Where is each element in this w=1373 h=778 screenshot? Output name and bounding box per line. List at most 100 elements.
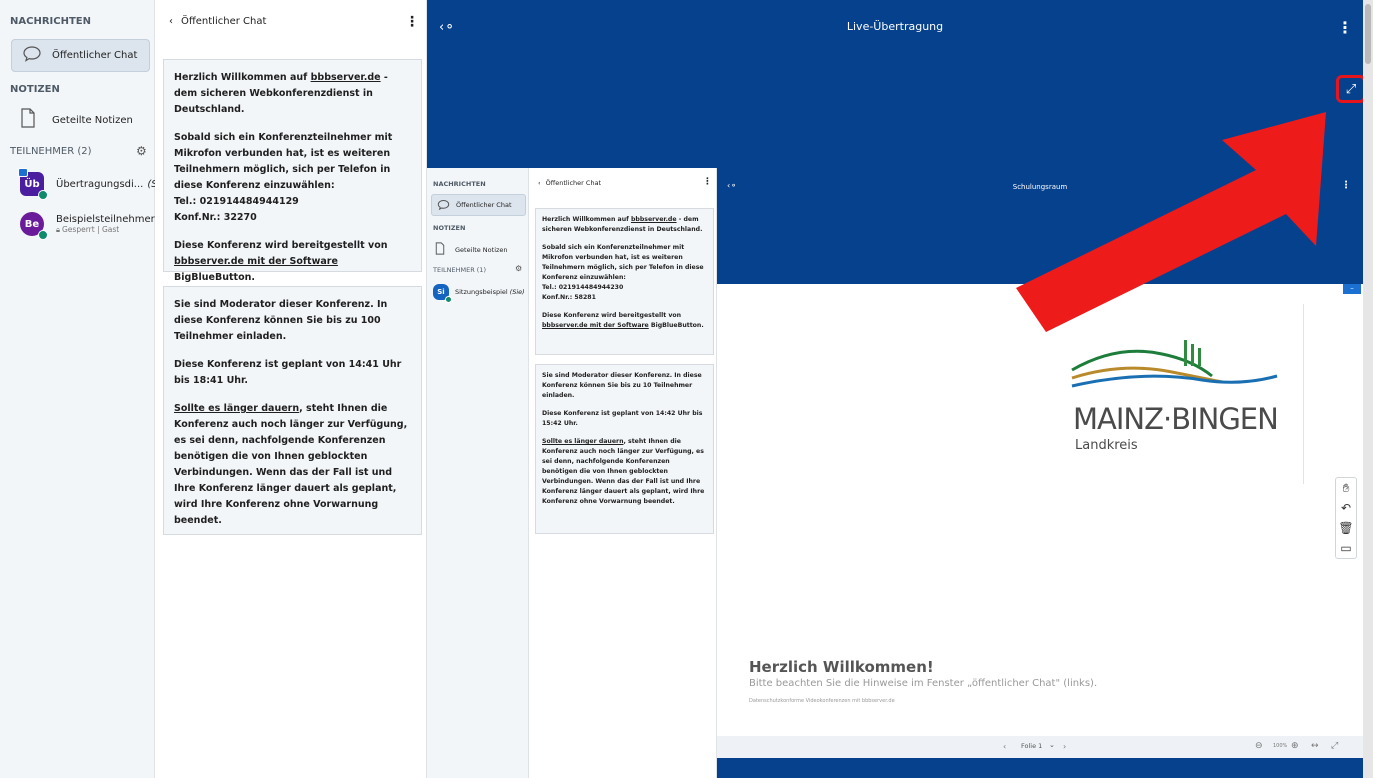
moderator-text: Sie sind Moderator dieser Konferenz. In … [542, 372, 702, 399]
inner-participant-name: Sitzungsbeispiel [455, 288, 508, 296]
phone-number: Tel.: 021914484944230 [542, 284, 624, 291]
trash-icon[interactable]: 🗑︎ [1336, 518, 1356, 538]
inner-participant-item[interactable]: Si Sitzungsbeispiel (Sie) [433, 284, 525, 303]
participant-item[interactable]: Be Beispielsteilnehmer 🔒︎ Gesperrt | Gast [20, 212, 155, 240]
chat-panel: ‹ Öffentlicher Chat ⋮ Herzlich Willkomme… [155, 0, 427, 778]
provided-by-text: Diese Konferenz wird bereitgestellt von [174, 240, 388, 251]
schedule-text: Diese Konferenz ist geplant von 14:41 Uh… [174, 359, 402, 386]
microphone-icon [38, 230, 48, 240]
fullscreen-button[interactable]: ⤢ [1336, 75, 1366, 103]
vertical-scrollbar[interactable] [1363, 0, 1373, 778]
fullscreen-icon[interactable]: ⤢ [1331, 741, 1338, 751]
provided-by-text: BigBlueButton. [648, 322, 704, 329]
dial-in-text: Sobald sich ein Konferenzteilnehmer mit … [174, 132, 393, 191]
slide-selector[interactable]: Folie 1 [1021, 742, 1042, 750]
inner-messages-title: NACHRICHTEN [433, 180, 486, 188]
extend-link[interactable]: Sollte es länger dauern [174, 403, 299, 414]
presentation-slide: – MAINZ·BINGEN Landkreis Herzlich Willko… [717, 284, 1363, 736]
public-chat-button[interactable]: Öffentlicher Chat [11, 39, 150, 72]
inner-you-suffix: (Sie) [509, 288, 525, 296]
zoom-in-icon[interactable]: ⊕ [1291, 741, 1299, 751]
brand-name: MAINZ·BINGEN [1073, 402, 1279, 436]
slide-footer: Datenschutzkonforme Videokonferenzen mit… [749, 698, 895, 704]
lock-icon: 🔒︎ [56, 224, 60, 234]
phone-number: Tel.: 021914484944129 [174, 196, 299, 207]
bbbserver-link[interactable]: bbbserver.de [311, 72, 381, 83]
inner-chat-back-button[interactable]: ‹ Öffentlicher Chat [538, 179, 601, 187]
chevron-down-icon[interactable]: ⌄ [1049, 741, 1055, 749]
inner-participants-title: TEILNEHMER (1) [433, 266, 486, 274]
document-icon [435, 240, 445, 259]
avatar-initials: Si [437, 288, 445, 296]
scrollbar-thumb[interactable] [1365, 4, 1371, 64]
chevron-left-icon: ‹ [538, 179, 541, 187]
extend-text: , steht Ihnen die Konferenz auch noch lä… [174, 403, 408, 526]
participant-name: Übertragungsdi... [56, 178, 144, 190]
inner-moderator-message: Sie sind Moderator dieser Konferenz. In … [535, 364, 714, 534]
document-icon [20, 108, 36, 132]
minimize-button[interactable]: – [1343, 284, 1361, 294]
more-options-icon[interactable]: ⋮ [405, 14, 419, 30]
fit-width-icon[interactable]: ↔ [1311, 741, 1319, 751]
inner-shared-notes-item[interactable]: Geteilte Notizen [435, 240, 508, 259]
public-chat-label: Öffentlicher Chat [52, 50, 138, 61]
microphone-icon [445, 296, 452, 303]
main-title: Live-Übertragung [846, 20, 944, 33]
gear-icon[interactable]: ⚙ [515, 264, 522, 273]
avatar: Üb [18, 168, 48, 200]
notes-section-title: NOTIZEN [10, 84, 60, 95]
user-list-panel: NACHRICHTEN Öffentlicher Chat NOTIZEN Ge… [0, 0, 170, 778]
messages-section-title: NACHRICHTEN [10, 16, 91, 27]
shared-notes-item[interactable]: Geteilte Notizen [20, 108, 133, 132]
chevron-left-icon: ‹ [169, 16, 173, 27]
undo-icon[interactable]: ↶ [1336, 498, 1356, 518]
previous-slide-icon[interactable]: ‹ [1003, 742, 1006, 751]
avatar: Si [433, 284, 452, 303]
extend-link[interactable]: Sollte es länger dauern [542, 438, 624, 445]
more-options-icon[interactable]: ⋮ [1341, 180, 1351, 191]
microphone-icon [38, 190, 48, 200]
slide-subline: Bitte beachten Sie die Hinweise im Fenst… [749, 678, 1098, 689]
chat-back-button[interactable]: ‹ Öffentlicher Chat [169, 16, 266, 27]
next-slide-icon[interactable]: › [1063, 742, 1066, 751]
inner-chat-title: Öffentlicher Chat [545, 179, 602, 187]
inner-chat-panel: ‹ Öffentlicher Chat ⋮ Herzlich Willkomme… [529, 168, 717, 778]
provided-by-text: BigBlueButton. [174, 272, 255, 283]
participant-item[interactable]: Üb Übertragungsdi... (Sie) [18, 168, 170, 200]
inner-public-chat-label: Öffentlicher Chat [456, 201, 512, 209]
more-options-icon[interactable]: ⋮ [1337, 18, 1353, 37]
moderator-message: Sie sind Moderator dieser Konferenz. In … [163, 286, 422, 535]
multi-user-whiteboard-icon[interactable]: ▭ [1336, 538, 1356, 558]
inner-user-list: NACHRICHTEN Öffentlicher Chat NOTIZEN Ge… [427, 168, 529, 778]
provided-by-text: Diese Konferenz wird bereitgestellt von [542, 312, 682, 319]
welcome-text: Herzlich Willkommen auf [174, 72, 311, 83]
presenter-icon [18, 168, 28, 177]
dial-in-text: Sobald sich ein Konferenzteilnehmer mit … [542, 244, 704, 281]
bbbserver-link[interactable]: bbbserver.de [631, 216, 677, 223]
welcome-message: Herzlich Willkommen auf bbbserver.de - d… [163, 59, 422, 283]
welcome-text: Herzlich Willkommen auf [542, 216, 631, 223]
avatar: Be [20, 212, 48, 240]
slide-headline: Herzlich Willkommen! [749, 658, 934, 676]
gear-icon[interactable]: ⚙ [136, 144, 147, 158]
software-link[interactable]: bbbserver.de mit der Software [542, 322, 649, 329]
chat-title: Öffentlicher Chat [181, 16, 267, 27]
hand-tool-icon[interactable]: ✋︎ [1336, 478, 1356, 498]
red-arrow-annotation [1016, 112, 1326, 332]
participant-status: Gesperrt | Gast [62, 224, 120, 234]
participant-name: Beispielsteilnehmer [56, 213, 155, 225]
software-link[interactable]: bbbserver.de mit der Software [174, 256, 338, 267]
schedule-text: Diese Konferenz ist geplant von 14:42 Uh… [542, 410, 703, 427]
conference-number: Konf.Nr.: 58281 [542, 294, 596, 301]
moderator-text: Sie sind Moderator dieser Konferenz. In … [174, 299, 388, 342]
participants-section-title: TEILNEHMER (2) [10, 146, 92, 157]
inner-welcome-message: Herzlich Willkommen auf bbbserver.de - d… [535, 208, 714, 355]
mainz-bingen-logo [1071, 340, 1278, 388]
brand-subtitle: Landkreis [1075, 438, 1138, 453]
avatar-initials: Be [24, 218, 40, 230]
whiteboard-toolbar: ✋︎ ↶ 🗑︎ ▭ [1335, 477, 1357, 559]
zoom-out-icon[interactable]: ⊖ [1255, 741, 1263, 751]
shared-notes-label: Geteilte Notizen [52, 114, 133, 126]
more-options-icon[interactable]: ⋮ [703, 177, 712, 187]
inner-public-chat-button[interactable]: Öffentlicher Chat [431, 194, 526, 216]
